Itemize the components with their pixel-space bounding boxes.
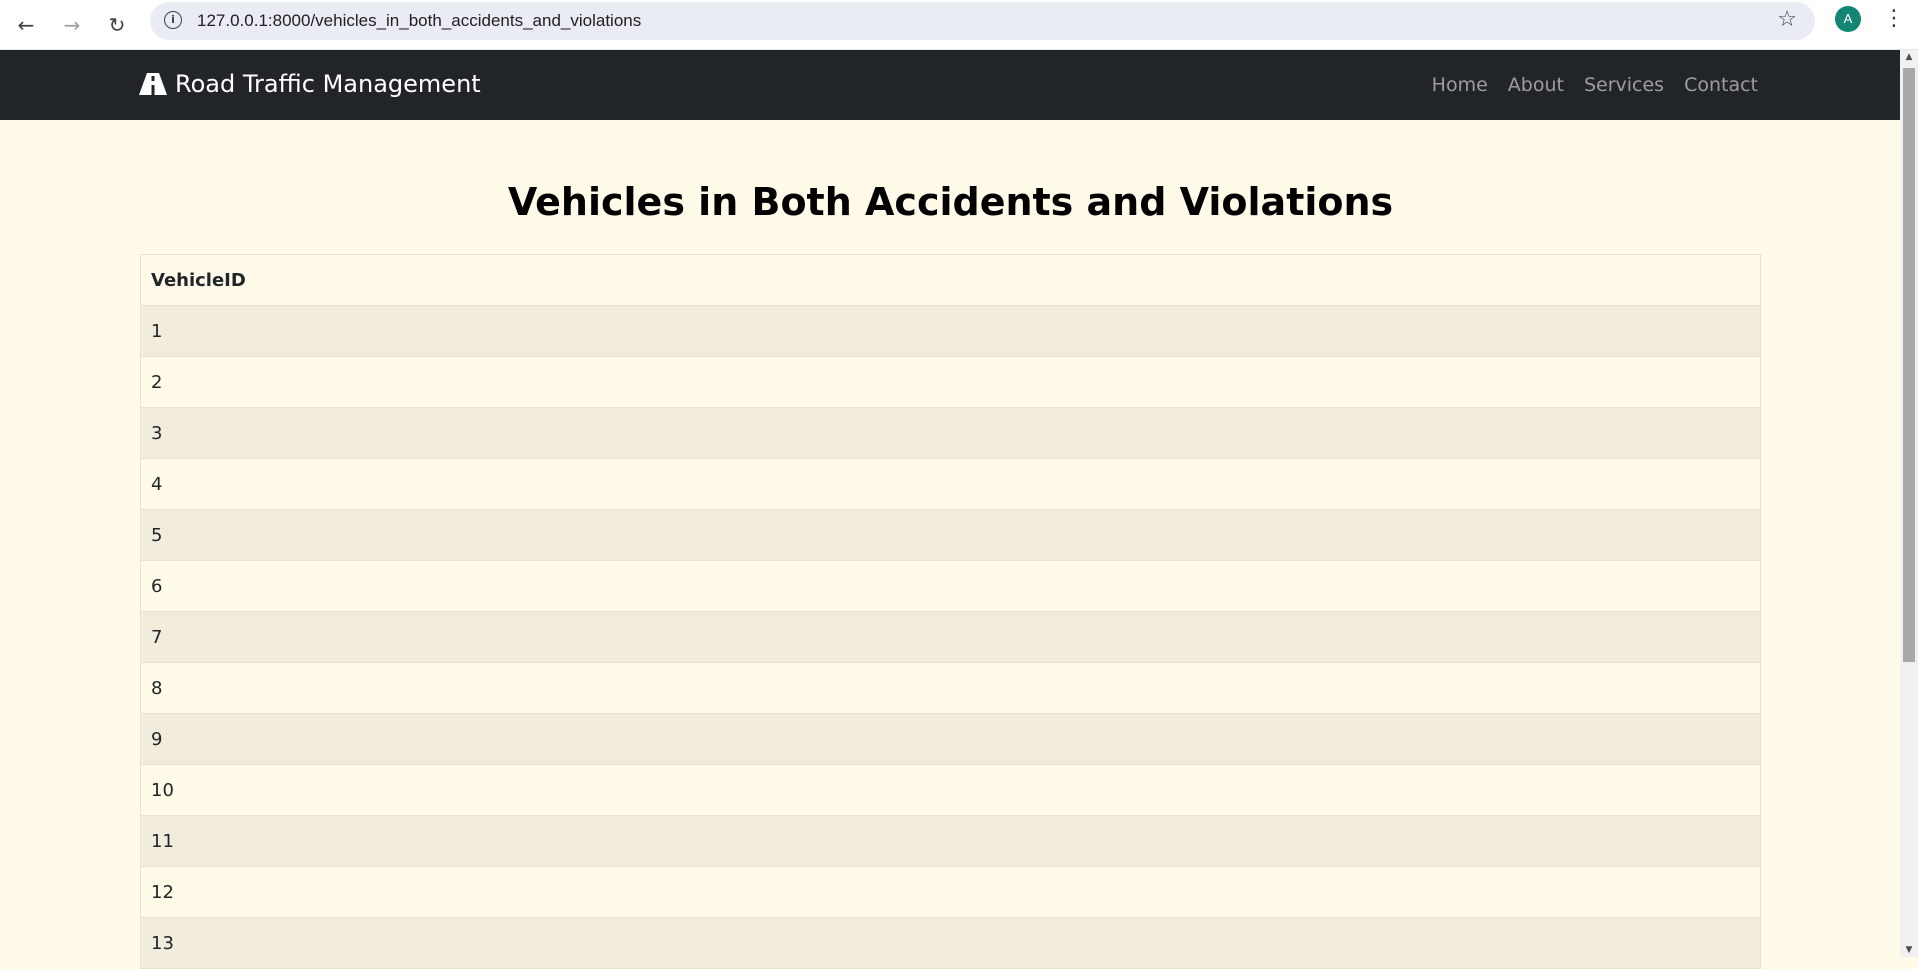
brand-text: Road Traffic Management [175, 70, 481, 98]
table-row: 11 [140, 815, 1761, 867]
table-row: 2 [140, 356, 1761, 408]
table-cell: 9 [140, 713, 1761, 765]
nav-link-home[interactable]: Home [1432, 74, 1488, 96]
nav-link-services[interactable]: Services [1584, 74, 1664, 96]
table-cell: 5 [140, 509, 1761, 561]
table-row: 6 [140, 560, 1761, 612]
nav-links: Home About Services Contact [1432, 74, 1758, 96]
profile-avatar[interactable]: A [1835, 6, 1861, 32]
table-header-row: VehicleID [140, 254, 1761, 306]
page-title: Vehicles in Both Accidents and Violation… [507, 180, 1394, 224]
scroll-up-arrow-icon[interactable]: ▲ [1904, 52, 1914, 62]
back-icon[interactable]: ← [10, 9, 42, 41]
nav-link-about[interactable]: About [1508, 74, 1564, 96]
url-text[interactable]: 127.0.0.1:8000/vehicles_in_both_accident… [197, 11, 641, 31]
table-cell: 13 [140, 917, 1761, 969]
table-cell: 11 [140, 815, 1761, 867]
table-row: 9 [140, 713, 1761, 765]
table-cell: 8 [140, 662, 1761, 714]
table-cell: 4 [140, 458, 1761, 510]
table-row: 10 [140, 764, 1761, 816]
table-row: 12 [140, 866, 1761, 918]
table-cell: 6 [140, 560, 1761, 612]
nav-link-contact[interactable]: Contact [1684, 74, 1758, 96]
forward-icon[interactable]: → [56, 9, 88, 41]
browser-menu-icon[interactable]: ⋮ [1883, 6, 1905, 34]
scroll-down-arrow-icon[interactable]: ▼ [1904, 945, 1914, 955]
site-navbar: Road Traffic Management Home About Servi… [0, 50, 1900, 120]
bookmark-star-icon[interactable]: ☆ [1777, 7, 1797, 32]
table-row: 3 [140, 407, 1761, 459]
navbar-brand[interactable]: Road Traffic Management [139, 70, 481, 98]
scroll-thumb[interactable] [1903, 68, 1915, 662]
browser-toolbar: ← → ↻ i 127.0.0.1:8000/vehicles_in_both_… [0, 0, 1918, 50]
table-row: 5 [140, 509, 1761, 561]
site-info-icon[interactable]: i [164, 11, 182, 29]
column-header-vehicleid: VehicleID [140, 254, 1761, 306]
table-cell: 2 [140, 356, 1761, 408]
address-bar[interactable]: i 127.0.0.1:8000/vehicles_in_both_accide… [150, 2, 1815, 40]
table-row: 13 [140, 917, 1761, 969]
road-icon [139, 73, 167, 95]
table-cell: 3 [140, 407, 1761, 459]
table-row: 1 [140, 305, 1761, 357]
reload-icon[interactable]: ↻ [101, 9, 133, 41]
vehicles-table: VehicleID 1 2 3 4 5 6 7 8 9 10 11 12 13 [140, 254, 1761, 969]
table-cell: 12 [140, 866, 1761, 918]
table-row: 4 [140, 458, 1761, 510]
table-row: 7 [140, 611, 1761, 663]
main-content: Vehicles in Both Accidents and Violation… [140, 120, 1761, 969]
table-cell: 10 [140, 764, 1761, 816]
table-cell: 1 [140, 305, 1761, 357]
table-cell: 7 [140, 611, 1761, 663]
page-scrollbar[interactable]: ▲ ▼ [1900, 50, 1918, 957]
table-row: 8 [140, 662, 1761, 714]
